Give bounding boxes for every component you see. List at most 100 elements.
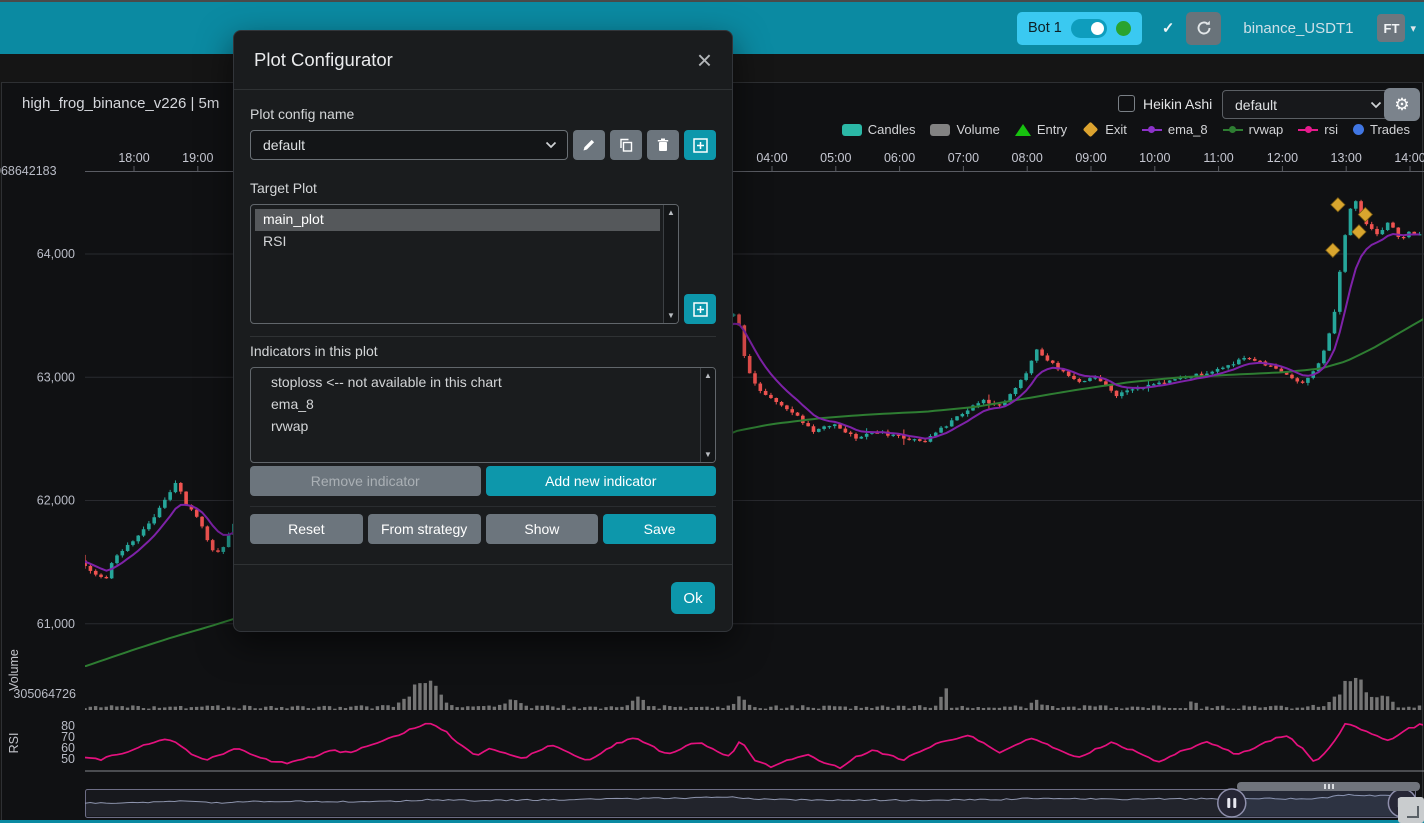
add-new-indicator-button[interactable]: Add new indicator <box>486 466 717 496</box>
bot-toggle[interactable] <box>1071 19 1107 38</box>
ft-avatar[interactable]: FT <box>1377 14 1405 42</box>
time-tick-label: 05:00 <box>820 151 851 165</box>
legend-item-Exit[interactable]: Exit <box>1082 122 1127 137</box>
scroll-down-icon[interactable]: ▼ <box>664 311 678 320</box>
scroll-down-icon[interactable]: ▼ <box>701 450 715 459</box>
navigator-handle-left[interactable] <box>1218 789 1246 817</box>
copy-icon <box>619 138 633 152</box>
exit-swatch-icon <box>1083 122 1099 138</box>
add-config-button[interactable] <box>684 130 716 160</box>
pencil-icon <box>582 138 596 152</box>
rsi-swatch-icon <box>1298 129 1318 131</box>
legend-item-ema_8[interactable]: ema_8 <box>1142 122 1208 137</box>
bot-online-dot <box>1116 21 1131 36</box>
heikin-ashi-checkbox[interactable] <box>1118 95 1135 112</box>
toggle-knob <box>1091 22 1104 35</box>
indicators-listbox[interactable]: stoploss <-- not available in this chart… <box>250 367 716 463</box>
navigator-selection[interactable] <box>1232 790 1403 817</box>
legend-item-Volume[interactable]: Volume <box>930 122 999 137</box>
from-strategy-button[interactable]: From strategy <box>368 514 481 544</box>
volume-axis-label: 305064726 <box>0 687 76 701</box>
candles-swatch-icon <box>842 124 862 136</box>
bot-name: Bot 1 <box>1028 20 1062 36</box>
price-tick-label: 62,000 <box>37 494 75 508</box>
resize-handle[interactable] <box>1398 797 1424 823</box>
modal-header: Plot Configurator × <box>234 31 732 90</box>
time-tick-label: 07:00 <box>948 151 979 165</box>
chevron-down-icon <box>1370 101 1382 109</box>
delete-config-button[interactable] <box>647 130 679 160</box>
freqtrade-app: 64,00063,00062,00061,00018:0019:0020:002… <box>0 0 1424 823</box>
scroll-up-icon[interactable]: ▲ <box>664 208 678 217</box>
config-name-label: Plot config name <box>250 106 716 122</box>
chart-legend: Candles Volume Entry Exit ema_8 rvwap rsi Trade… <box>842 122 1410 137</box>
reset-button[interactable]: Reset <box>250 514 363 544</box>
heikin-ashi-label: Heikin Ashi <box>1143 96 1212 112</box>
ok-button[interactable]: Ok <box>671 582 715 614</box>
legend-label: Trades <box>1370 122 1410 137</box>
indicator-options: stoploss <-- not available in this chart… <box>251 368 715 442</box>
caret-down-icon[interactable]: ▾ <box>1410 22 1416 35</box>
time-tick-label: 06:00 <box>884 151 915 165</box>
legend-label: Candles <box>868 122 916 137</box>
show-button[interactable]: Show <box>486 514 599 544</box>
plot-config-select-value: default <box>1235 97 1277 113</box>
main-pane-top-axis-label: 068642183 <box>0 164 57 178</box>
account-name[interactable]: binance_USDT1 <box>1243 20 1353 37</box>
time-tick-label: 19:00 <box>182 151 213 165</box>
legend-label: rvwap <box>1249 122 1284 137</box>
time-tick-label: 04:00 <box>756 151 787 165</box>
trades-swatch-icon <box>1353 124 1364 135</box>
chevron-down-icon <box>545 141 557 149</box>
config-name-select-value: default <box>263 137 305 153</box>
close-icon[interactable]: × <box>697 50 712 70</box>
legend-item-rvwap[interactable]: rvwap <box>1223 122 1284 137</box>
rvwap-swatch-icon <box>1223 129 1243 131</box>
legend-item-rsi[interactable]: rsi <box>1298 122 1338 137</box>
plot-configurator-gear-button[interactable]: ⚙ <box>1384 88 1420 121</box>
modal-title: Plot Configurator <box>254 49 393 71</box>
resize-corner-icon <box>1407 806 1419 818</box>
refresh-button[interactable] <box>1186 12 1221 45</box>
listbox-scrollbar[interactable]: ▲▼ <box>663 205 678 323</box>
add-target-plot-button[interactable] <box>684 294 716 324</box>
save-button[interactable]: Save <box>603 514 716 544</box>
datazoom-navigator[interactable] <box>85 789 1416 818</box>
list-option[interactable]: main_plot <box>255 209 660 231</box>
listbox-scrollbar[interactable]: ▲▼ <box>700 368 715 462</box>
entry-swatch-icon <box>1015 124 1031 136</box>
time-tick-label: 10:00 <box>1139 151 1170 165</box>
config-name-select[interactable]: default <box>250 130 568 160</box>
remove-indicator-button[interactable]: Remove indicator <box>250 466 481 496</box>
legend-label: ema_8 <box>1168 122 1208 137</box>
plot-configurator-modal: Plot Configurator × Plot config name def… <box>233 30 733 632</box>
list-option[interactable]: RSI <box>255 231 660 253</box>
duplicate-config-button[interactable] <box>610 130 642 160</box>
rsi-pane-label: RSI <box>7 713 21 773</box>
bot-selector-pill[interactable]: Bot 1 <box>1017 12 1142 45</box>
legend-item-Candles[interactable]: Candles <box>842 122 916 137</box>
legend-item-Entry[interactable]: Entry <box>1015 122 1067 137</box>
modal-footer: Ok <box>234 564 732 631</box>
list-option[interactable]: ema_8 <box>263 394 697 416</box>
check-icon: ✓ <box>1162 19 1175 37</box>
price-tick-label: 64,000 <box>37 247 75 261</box>
target-plot-listbox[interactable]: main_plotRSI ▲▼ <box>250 204 679 324</box>
chart-title: high_frog_binance_v226 | 5m <box>22 95 219 112</box>
legend-item-Trades[interactable]: Trades <box>1353 122 1410 137</box>
gear-icon: ⚙ <box>1394 96 1409 113</box>
scroll-up-icon[interactable]: ▲ <box>701 371 715 380</box>
legend-label: Exit <box>1105 122 1127 137</box>
legend-label: Entry <box>1037 122 1067 137</box>
legend-label: rsi <box>1324 122 1338 137</box>
time-tick-label: 09:00 <box>1075 151 1106 165</box>
rename-config-button[interactable] <box>573 130 605 160</box>
list-option[interactable]: stoploss <-- not available in this chart <box>263 372 697 394</box>
plus-square-icon <box>693 138 708 153</box>
heikin-ashi-group: Heikin Ashi <box>1118 95 1212 112</box>
plot-config-select[interactable]: default <box>1222 90 1393 119</box>
horizontal-scrollbar[interactable] <box>1237 782 1420 791</box>
list-option[interactable]: rvwap <box>263 416 697 438</box>
ema_8-swatch-icon <box>1142 129 1162 131</box>
volume-swatch-icon <box>930 124 950 136</box>
